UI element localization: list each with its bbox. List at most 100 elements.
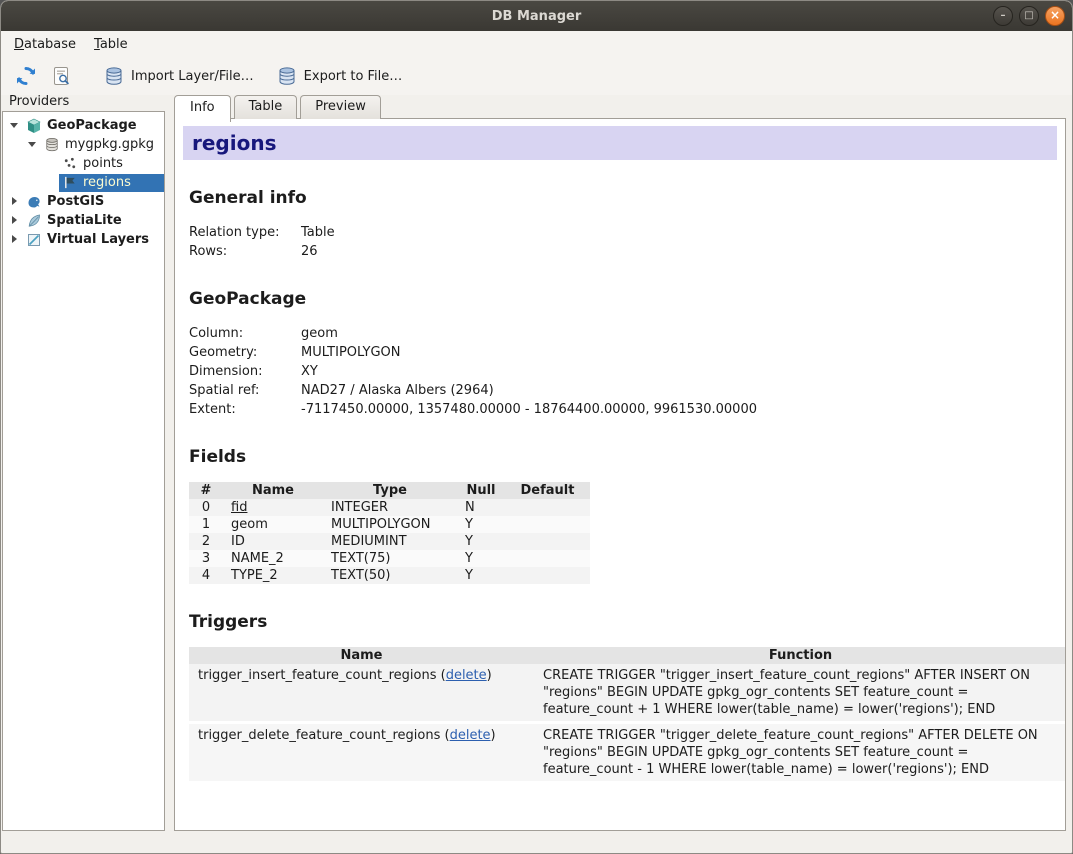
kv-value: MULTIPOLYGON [301, 343, 401, 362]
field-type: TEXT(50) [323, 567, 457, 584]
close-button[interactable]: × [1045, 6, 1065, 26]
field-null: Y [457, 533, 505, 550]
field-row: 4 TYPE_2 TEXT(50) Y [189, 567, 590, 584]
kv-label: Geometry: [189, 343, 301, 362]
database-export-icon [277, 66, 297, 86]
tree-item-points[interactable]: points [3, 154, 164, 173]
maximize-button[interactable]: □ [1019, 6, 1039, 26]
trigger-row: trigger_delete_feature_count_regions (de… [189, 723, 1066, 783]
tree-item-virtual-layers[interactable]: Virtual Layers [3, 230, 164, 249]
menu-database-rest: atabase [24, 37, 76, 52]
field-default [505, 567, 590, 584]
minimize-button[interactable]: – [993, 6, 1013, 26]
tab-info-label: Info [190, 100, 215, 115]
tree-item-postgis[interactable]: PostGIS [3, 192, 164, 211]
tab-table-label: Table [249, 99, 283, 114]
fields-header-row: # Name Type Null Default [189, 482, 590, 499]
sql-window-button[interactable] [46, 61, 76, 91]
tab-preview[interactable]: Preview [300, 95, 381, 119]
triggers-col-function: Function [534, 647, 1066, 664]
kv-value: NAD27 / Alaska Albers (2964) [301, 381, 494, 400]
menu-database[interactable]: Database [5, 33, 85, 56]
tree-item-geopackage[interactable]: GeoPackage [3, 116, 164, 135]
kv-row: Extent: -7117450.00000, 1357480.00000 - … [189, 400, 1057, 419]
export-file-button[interactable]: Export to File… [268, 62, 412, 90]
tree-item-regions[interactable]: regions [3, 173, 164, 192]
menu-bar: Database Table [1, 31, 1072, 57]
tree-item-label: SpatiaLite [47, 213, 122, 228]
fields-heading: Fields [189, 447, 1057, 467]
field-type: INTEGER [323, 499, 457, 516]
db-manager-window: DB Manager – □ × Database Table [0, 0, 1073, 854]
triggers-heading: Triggers [189, 612, 1057, 632]
trigger-name: trigger_delete_feature_count_regions [198, 728, 440, 743]
field-num: 1 [189, 516, 223, 533]
expander-collapsed-icon[interactable] [9, 196, 20, 207]
field-row: 3 NAME_2 TEXT(75) Y [189, 550, 590, 567]
trigger-function: CREATE TRIGGER "trigger_insert_feature_c… [534, 664, 1066, 723]
field-null: Y [457, 516, 505, 533]
fields-col-type: Type [323, 482, 457, 499]
geopackage-list: Column: geom Geometry: MULTIPOLYGON Dime… [189, 324, 1057, 419]
trigger-delete-link[interactable]: delete [450, 728, 491, 743]
providers-panel-title: Providers [9, 94, 69, 109]
expander-open-icon[interactable] [27, 139, 38, 150]
menu-database-accel: D [14, 37, 24, 52]
refresh-button[interactable] [11, 61, 41, 91]
field-row: 1 geom MULTIPOLYGON Y [189, 516, 590, 533]
kv-row: Relation type: Table [189, 223, 1057, 242]
window-title: DB Manager [492, 9, 582, 24]
geopackage-heading: GeoPackage [189, 289, 1057, 309]
fields-col-name: Name [223, 482, 323, 499]
triggers-header-row: Name Function [189, 647, 1066, 664]
tree-item-label: regions [83, 175, 131, 190]
kv-label: Spatial ref: [189, 381, 301, 400]
field-num: 2 [189, 533, 223, 550]
field-default [505, 499, 590, 516]
field-type: MEDIUMINT [323, 533, 457, 550]
field-name: ID [223, 533, 323, 550]
kv-label: Relation type: [189, 223, 301, 242]
kv-row: Dimension: XY [189, 362, 1057, 381]
kv-value: 26 [301, 242, 318, 261]
import-layer-button[interactable]: Import Layer/File… [95, 62, 263, 90]
paren-close: ) [491, 728, 496, 743]
virtual-layers-icon [26, 232, 42, 248]
kv-value: -7117450.00000, 1357480.00000 - 18764400… [301, 400, 757, 419]
field-default [505, 550, 590, 567]
polygon-layer-icon [62, 175, 78, 190]
general-info-list: Relation type: Table Rows: 26 [189, 223, 1057, 261]
toolbar: Import Layer/File… Export to File… [1, 57, 1072, 95]
titlebar[interactable]: DB Manager – □ × [1, 1, 1072, 31]
kv-label: Column: [189, 324, 301, 343]
field-name: fid [231, 500, 247, 515]
kv-value: Table [301, 223, 335, 242]
field-num: 4 [189, 567, 223, 584]
kv-row: Spatial ref: NAD27 / Alaska Albers (2964… [189, 381, 1057, 400]
page-title: regions [183, 126, 1057, 160]
trigger-delete-link[interactable]: delete [446, 668, 487, 683]
expander-collapsed-icon[interactable] [9, 215, 20, 226]
field-row: 0 fid INTEGER N [189, 499, 590, 516]
tab-preview-label: Preview [315, 99, 366, 114]
kv-row: Rows: 26 [189, 242, 1057, 261]
tab-info[interactable]: Info [174, 95, 231, 122]
spatialite-icon [26, 213, 42, 229]
tab-table[interactable]: Table [234, 95, 298, 119]
menu-table[interactable]: Table [85, 33, 137, 56]
tree-item-label: GeoPackage [47, 118, 137, 133]
tree-item-label: mygpkg.gpkg [65, 137, 154, 152]
kv-label: Dimension: [189, 362, 301, 381]
tree-item-mygpkg[interactable]: mygpkg.gpkg [3, 135, 164, 154]
fields-col-num: # [189, 482, 223, 499]
point-layer-icon [62, 156, 78, 171]
field-num: 0 [189, 499, 223, 516]
field-null: Y [457, 567, 505, 584]
database-icon [44, 137, 60, 152]
expander-collapsed-icon[interactable] [9, 234, 20, 245]
tree-item-spatialite[interactable]: SpatiaLite [3, 211, 164, 230]
expander-open-icon[interactable] [9, 120, 20, 131]
triggers-table: Name Function trigger_insert_feature_cou… [189, 647, 1066, 784]
minimize-icon: – [1001, 10, 1006, 21]
field-default [505, 516, 590, 533]
